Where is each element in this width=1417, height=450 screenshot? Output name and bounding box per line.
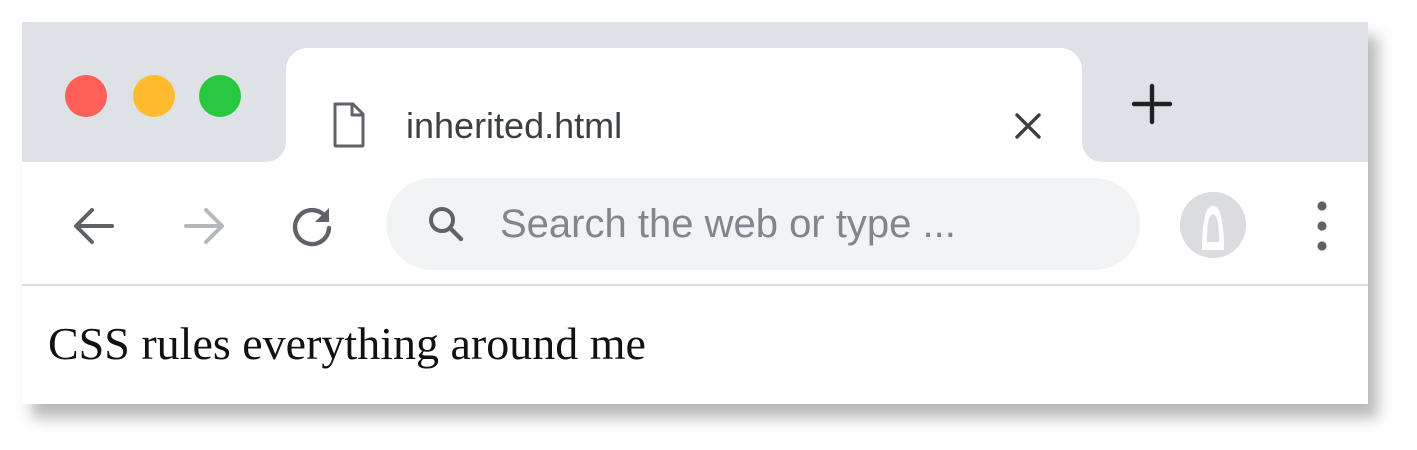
kebab-menu-icon[interactable] (1308, 198, 1336, 254)
profile-avatar[interactable] (1180, 192, 1246, 258)
minimize-window-button[interactable] (133, 75, 175, 117)
search-icon (426, 204, 466, 244)
search-input[interactable]: Search the web or type ... (500, 200, 956, 248)
page-content: CSS rules everything around me (22, 286, 1368, 404)
document-icon (332, 102, 366, 148)
reload-icon[interactable] (288, 202, 336, 250)
page-text: CSS rules everything around me (48, 318, 646, 369)
arrow-right-icon[interactable] (180, 202, 228, 250)
close-window-button[interactable] (65, 75, 107, 117)
browser-window: inherited.html Search the web or type ..… (22, 22, 1368, 404)
tab-title: inherited.html (406, 105, 623, 146)
plus-icon[interactable] (1130, 82, 1174, 126)
arrow-left-icon[interactable] (70, 202, 118, 250)
zoom-window-button[interactable] (199, 75, 241, 117)
title-bar: inherited.html (22, 22, 1368, 162)
toolbar: Search the web or type ... (22, 162, 1368, 284)
omnibox[interactable]: Search the web or type ... (386, 178, 1140, 270)
close-icon[interactable] (1012, 110, 1044, 142)
tab-inherited[interactable]: inherited.html (286, 48, 1082, 162)
